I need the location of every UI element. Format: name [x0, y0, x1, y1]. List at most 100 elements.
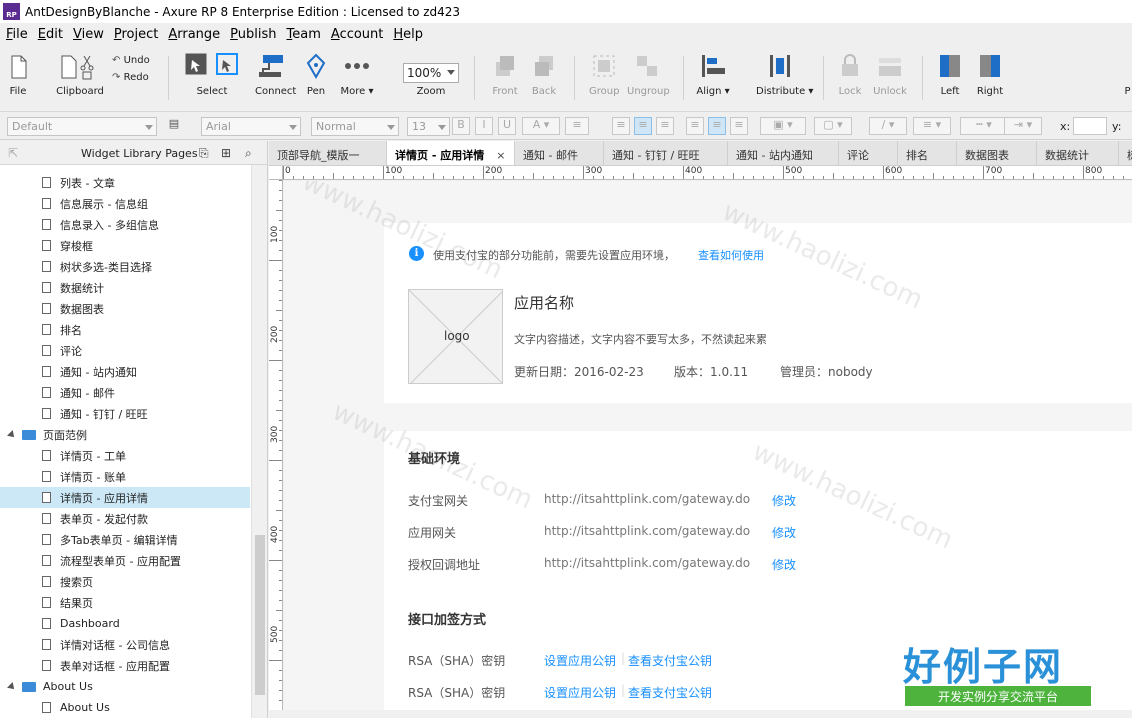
pen-tool[interactable]: Pen [302, 52, 330, 100]
bold-button[interactable]: B [452, 117, 470, 135]
tab-page[interactable]: 数据统计 [1037, 141, 1119, 165]
tree-page[interactable]: 排名 [0, 319, 250, 340]
tree-folder[interactable]: 页面范例 [0, 424, 250, 445]
tab-page[interactable]: 通知 - 站内通知 [728, 141, 839, 165]
valign-bottom-button[interactable]: ≡ [730, 117, 748, 135]
set-app-key-link[interactable]: 设置应用公钥 [544, 652, 616, 669]
add-page-icon[interactable]: ⎘ [199, 146, 209, 161]
edit-link[interactable]: 修改 [772, 556, 796, 573]
select-tool[interactable]: Select [183, 52, 241, 100]
tree-page[interactable]: 详情对话框 - 公司信息 [0, 634, 250, 655]
menu-help[interactable]: Help [393, 27, 423, 42]
lock-button[interactable]: Lock [835, 52, 865, 100]
design-canvas[interactable]: i 使用支付宝的部分功能前，需要先设置应用环境， 查看如何使用 logo 应用名… [284, 181, 1132, 711]
menu-edit[interactable]: Edit [38, 27, 63, 42]
tree-page[interactable]: 通知 - 钉钉 / 旺旺 [0, 403, 250, 424]
edit-link[interactable]: 修改 [772, 524, 796, 541]
tab-page[interactable]: 顶部导航_模版一 [269, 141, 387, 165]
view-alipay-key-link[interactable]: 查看支付宝公钥 [628, 652, 712, 669]
shadow-button[interactable]: ▢ ▾ [814, 117, 852, 135]
tree-page[interactable]: 流程型表单页 - 应用配置 [0, 550, 250, 571]
line-width-button[interactable]: ≡ ▾ [913, 117, 951, 135]
font-color-button[interactable]: A ▾ [522, 117, 560, 135]
font-family-select[interactable]: Arial [201, 117, 301, 136]
menu-arrange[interactable]: Arrange [168, 27, 220, 42]
bullet-button[interactable]: ≡ [565, 117, 589, 135]
ungroup-button[interactable]: Ungroup [627, 52, 670, 100]
group-button[interactable]: Group [589, 52, 619, 100]
tree-page[interactable]: 详情页 - 应用详情 [0, 487, 250, 508]
menu-team[interactable]: Team [287, 27, 321, 42]
tree-page[interactable]: 信息展示 - 信息组 [0, 193, 250, 214]
tree-page[interactable]: 评论 [0, 340, 250, 361]
send-back-button[interactable]: Back [529, 52, 559, 100]
tree-page[interactable]: 列表 - 文章 [0, 172, 250, 193]
tab-page[interactable]: 通知 - 钉钉 / 旺旺 [604, 141, 728, 165]
underline-button[interactable]: U [498, 117, 516, 135]
tree-page[interactable]: 信息录入 - 多组信息 [0, 214, 250, 235]
menu-view[interactable]: View [73, 27, 104, 42]
tree-page[interactable]: 树状多选-类目选择 [0, 256, 250, 277]
unlock-button[interactable]: Unlock [872, 52, 908, 100]
menu-publish[interactable]: Publish [230, 27, 276, 42]
arrow-style-button[interactable]: ⇥ ▾ [1004, 117, 1042, 135]
tree-folder[interactable]: About Us [0, 676, 250, 697]
tab-page[interactable]: 排名 [898, 141, 957, 165]
add-folder-icon[interactable]: ⊞ [221, 146, 231, 160]
tree-page[interactable]: 表单页 - 发起付款 [0, 508, 250, 529]
tab-page[interactable]: 树 [1119, 141, 1132, 165]
tree-page[interactable]: Dashboard [0, 613, 250, 634]
align-button[interactable]: Align ▾ [696, 52, 730, 100]
distribute-button[interactable]: Distribute ▾ [756, 52, 813, 100]
tree-page[interactable]: 通知 - 邮件 [0, 382, 250, 403]
notice-link[interactable]: 查看如何使用 [698, 247, 764, 263]
scrollbar-thumb[interactable] [255, 535, 265, 695]
tree-scrollbar[interactable] [251, 165, 267, 718]
connect-tool[interactable]: Connect [255, 52, 296, 100]
tree-page[interactable]: 表单对话框 - 应用配置 [0, 655, 250, 676]
clipboard-button[interactable]: Clipboard [55, 52, 105, 100]
align-right-button[interactable]: ≡ [656, 117, 674, 135]
set-app-key-link[interactable]: 设置应用公钥 [544, 684, 616, 701]
file-button[interactable]: File [6, 52, 30, 100]
tab-page[interactable]: 通知 - 邮件 [515, 141, 604, 165]
tree-page[interactable]: 结果页 [0, 592, 250, 613]
tree-page[interactable]: 数据图表 [0, 298, 250, 319]
style-editor-icon[interactable]: ▤ [165, 117, 183, 135]
align-center-button[interactable]: ≡ [634, 117, 652, 135]
tree-page[interactable]: About Us [0, 697, 250, 718]
menu-project[interactable]: Project [114, 27, 159, 42]
tab-page[interactable]: 数据图表 [957, 141, 1037, 165]
line-style-button[interactable]: ┅ ▾ [960, 117, 1008, 135]
menu-account[interactable]: Account [331, 27, 384, 42]
tab-page-active[interactable]: 详情页 - 应用详情 × [387, 141, 515, 165]
right-button[interactable]: Right [975, 52, 1005, 100]
expand-arrow-icon[interactable] [7, 429, 17, 440]
tree-page[interactable]: 详情页 - 账单 [0, 466, 250, 487]
left-button[interactable]: Left [935, 52, 965, 100]
collapse-arrow-icon[interactable]: ⇱ [8, 146, 18, 160]
font-weight-select[interactable]: Normal [311, 117, 399, 136]
font-size-select[interactable]: 13 [407, 117, 450, 136]
overflow-button[interactable]: P [1123, 52, 1132, 100]
close-icon[interactable]: × [496, 149, 505, 162]
expand-arrow-icon[interactable] [7, 681, 17, 692]
line-color-button[interactable]: ∕ ▾ [869, 117, 907, 135]
tree-page[interactable]: 穿梭框 [0, 235, 250, 256]
valign-middle-button[interactable]: ≡ [708, 117, 726, 135]
italic-button[interactable]: I [475, 117, 493, 135]
style-select[interactable]: Default [7, 117, 157, 136]
redo-button[interactable]: ↷ Redo [112, 72, 157, 86]
tree-page[interactable]: 通知 - 站内通知 [0, 361, 250, 382]
bring-front-button[interactable]: Front [490, 52, 520, 100]
tree-page[interactable]: 详情页 - 工单 [0, 445, 250, 466]
canvas-horizontal-scrollbar[interactable] [269, 710, 1132, 718]
more-tools-button[interactable]: More ▾ [340, 52, 374, 100]
tree-page[interactable]: 多Tab表单页 - 编辑详情 [0, 529, 250, 550]
menu-file[interactable]: File [6, 27, 28, 42]
undo-button[interactable]: ↶ Undo [112, 55, 157, 69]
align-left-button[interactable]: ≡ [612, 117, 630, 135]
tree-page[interactable]: 数据统计 [0, 277, 250, 298]
valign-top-button[interactable]: ≡ [686, 117, 704, 135]
view-alipay-key-link[interactable]: 查看支付宝公钥 [628, 684, 712, 701]
